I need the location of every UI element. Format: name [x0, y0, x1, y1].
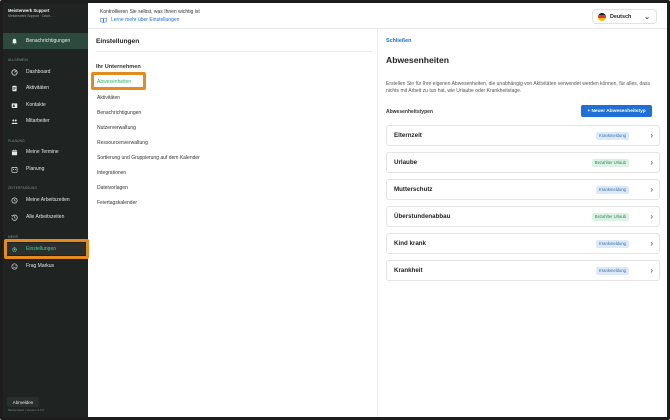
settings-item-resource-management[interactable]: Ressourcenverwaltung	[97, 140, 148, 146]
language-select[interactable]: Deutsch ⌄	[592, 9, 657, 24]
sidebar-item-label: Benachrichtigungen	[26, 38, 71, 44]
settings-tagline: Kontrollieren Sie selbst, was Ihnen wich…	[100, 9, 200, 15]
absence-types-label: Abwesenheitstypen	[386, 109, 433, 115]
brand-title: Meisterwerk Support	[8, 8, 50, 13]
absence-type-row[interactable]: Krankheit Krankmeldung ›	[386, 260, 660, 281]
sidebar-item-notifications[interactable]: Benachrichtigungen	[3, 33, 88, 49]
settings-item-file-templates[interactable]: Dateivorlagen	[97, 185, 128, 191]
logout-button[interactable]: Abmelden	[7, 397, 39, 407]
sidebar-item-label: Kontakte	[26, 102, 46, 108]
history-icon	[11, 214, 18, 221]
settings-item-integrations[interactable]: Integrationen	[97, 170, 126, 176]
sidebar-item-label: Mitarbeiter	[26, 118, 50, 124]
absence-type-name: Überstundenabbau	[394, 213, 451, 220]
section-label-planung: PLANUNG	[8, 139, 25, 143]
sidebar-item-contacts[interactable]: Kontakte	[3, 99, 88, 111]
absence-type-name: Krankheit	[394, 267, 423, 274]
chevron-right-icon: ›	[650, 185, 653, 194]
brand-subtitle: Meisterwerk Support · Dach...	[8, 14, 53, 18]
settings-item-activities[interactable]: Aktivitäten	[97, 95, 120, 101]
team-icon	[11, 118, 18, 125]
sidebar-item-activities[interactable]: Aktivitäten	[3, 82, 88, 94]
absence-type-name: Elternzeit	[394, 132, 422, 139]
sidebar: Meisterwerk Support Meisterwerk Support …	[3, 3, 88, 417]
settings-item-notifications[interactable]: Benachrichtigungen	[97, 110, 141, 116]
settings-item-user-management[interactable]: Nutzerverwaltung	[97, 125, 136, 131]
document-icon	[11, 85, 18, 92]
bell-icon	[11, 38, 18, 45]
absence-type-row[interactable]: Überstundenabbau Bezahlter Urlaub ›	[386, 206, 660, 227]
absence-type-badge: Krankmeldung	[595, 266, 629, 275]
sidebar-item-my-appointments[interactable]: Meine Termine	[3, 146, 88, 158]
close-link[interactable]: Schließen	[386, 38, 411, 44]
company-group-heading: Ihr Unternehmen	[96, 64, 141, 70]
chevron-down-icon: ⌄	[644, 14, 650, 21]
sidebar-item-label: Planung	[26, 166, 45, 172]
sidebar-item-all-worktimes[interactable]: Alle Arbeitszeiten	[3, 211, 88, 223]
learn-more-label: Lerne mehr über Einstellungen	[111, 17, 180, 23]
settings-item-calendar-sorting[interactable]: Sortierung und Gruppierung auf dem Kalen…	[97, 155, 200, 161]
german-flag-icon	[598, 12, 606, 21]
calendar-grid-icon	[11, 166, 18, 173]
absence-type-row[interactable]: Urlaube Bezahlter Urlaub ›	[386, 152, 660, 173]
settings-menu: Einstellungen Ihr Unternehmen Abwesenhei…	[88, 29, 378, 417]
sidebar-item-dashboard[interactable]: Dashboard	[3, 66, 88, 78]
brand[interactable]: Meisterwerk Support Meisterwerk Support …	[3, 3, 88, 18]
top-bar: Kontrollieren Sie selbst, was Ihnen wich…	[88, 3, 667, 29]
absence-type-badge: Bezahlter Urlaub	[591, 158, 629, 167]
absence-type-badge: Bezahlter Urlaub	[591, 212, 629, 221]
panel-description: Erstellen Sie für Ihre eigenen Abwesenhe…	[386, 81, 651, 94]
divider	[96, 51, 372, 52]
sidebar-item-my-worktimes[interactable]: Meine Arbeitszeiten	[3, 194, 88, 206]
absence-type-row[interactable]: Kind krank Krankmeldung ›	[386, 233, 660, 254]
sidebar-item-label: Einstellungen	[26, 246, 57, 252]
smiley-icon	[11, 263, 18, 270]
absence-type-name: Kind krank	[394, 240, 426, 247]
absence-type-row[interactable]: Mutterschutz Krankmeldung ›	[386, 179, 660, 200]
absence-type-name: Urlaube	[394, 159, 418, 166]
settings-item-absences[interactable]: Abwesenheiten	[97, 79, 131, 85]
sidebar-item-label: Meine Arbeitszeiten	[26, 197, 70, 203]
new-absence-type-button[interactable]: + Neuer Abwesenheitstyp	[581, 105, 652, 117]
calendar-icon	[11, 149, 18, 156]
gear-icon	[11, 246, 18, 253]
absences-panel: Schließen Abwesenheiten Erstellen Sie fü…	[379, 29, 667, 417]
sidebar-item-ask-markus[interactable]: Frag Markus	[3, 260, 88, 272]
app-window: Meisterwerk Support Meisterwerk Support …	[0, 0, 670, 420]
absence-type-row[interactable]: Elternzeit Krankmeldung ›	[386, 125, 660, 146]
version-footer: Meisterwerk | Version 4.0.0	[8, 408, 45, 412]
section-label-zeiterfassung: ZEITERFASSUNG	[8, 186, 38, 190]
sidebar-item-label: Frag Markus	[26, 263, 55, 269]
absence-type-name: Mutterschutz	[394, 186, 433, 193]
panel-title: Abwesenheiten	[386, 55, 450, 65]
section-label-allgemein: ALLGEMEIN	[8, 58, 29, 62]
dashboard-icon	[11, 68, 18, 76]
chevron-right-icon: ›	[650, 212, 653, 221]
chevron-right-icon: ›	[650, 266, 653, 275]
settings-heading: Einstellungen	[96, 38, 140, 45]
sidebar-item-label: Dashboard	[26, 69, 51, 75]
sidebar-item-employees[interactable]: Mitarbeiter	[3, 115, 88, 127]
clock-icon	[11, 196, 18, 204]
sidebar-item-label: Aktivitäten	[26, 85, 50, 91]
absence-type-badge: Krankmeldung	[595, 185, 629, 194]
sidebar-item-label: Meine Termine	[26, 149, 59, 155]
sidebar-item-label: Alle Arbeitszeiten	[26, 214, 65, 220]
contacts-icon	[11, 102, 18, 109]
book-icon	[100, 17, 107, 23]
language-value: Deutsch	[610, 13, 632, 20]
settings-item-holiday-calendar[interactable]: Feiertagskalender	[97, 200, 137, 206]
learn-more-link[interactable]: Lerne mehr über Einstellungen	[100, 17, 179, 23]
absence-type-badge: Krankmeldung	[595, 239, 629, 248]
sidebar-item-settings[interactable]: Einstellungen	[3, 243, 88, 255]
absence-type-badge: Krankmeldung	[595, 131, 629, 140]
sidebar-item-planning[interactable]: Planung	[3, 163, 88, 175]
chevron-right-icon: ›	[650, 131, 653, 140]
chevron-right-icon: ›	[650, 158, 653, 167]
section-label-mehr: MEHR	[8, 235, 19, 239]
chevron-right-icon: ›	[650, 239, 653, 248]
